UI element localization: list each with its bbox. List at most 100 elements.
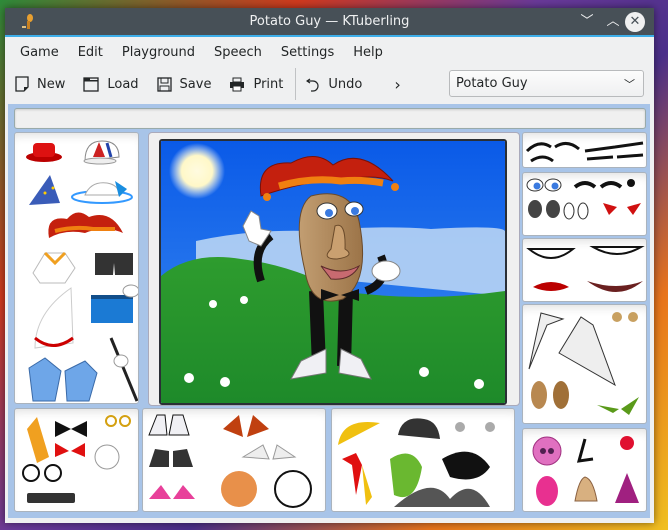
- jester-hat[interactable]: [48, 212, 124, 238]
- ears-small[interactable]: [612, 312, 622, 322]
- striped-cap[interactable]: [83, 140, 120, 165]
- save-label: Save: [179, 76, 212, 92]
- playground-select[interactable]: Potato Guy ﹀: [449, 70, 644, 97]
- nose-pink[interactable]: [536, 476, 558, 506]
- bow-tie-black[interactable]: [55, 421, 87, 437]
- green-hair[interactable]: [390, 453, 422, 498]
- app-window: Potato Guy — KTuberling ﹀ ︿ ✕ Game Edit …: [5, 8, 654, 523]
- nose-human[interactable]: [574, 476, 598, 502]
- maximize-button[interactable]: ︿: [603, 12, 623, 32]
- menu-game[interactable]: Game: [13, 45, 66, 60]
- load-button[interactable]: Load: [83, 76, 139, 92]
- playground-select-value: Potato Guy: [456, 76, 528, 91]
- eyes-blue[interactable]: [526, 178, 562, 192]
- nose-clown[interactable]: [620, 436, 634, 450]
- new-label: New: [37, 76, 66, 92]
- ears-elf[interactable]: [597, 397, 639, 415]
- shirt[interactable]: [32, 251, 76, 284]
- sun-icon: [169, 143, 225, 199]
- playground-scene[interactable]: [159, 139, 507, 405]
- bow-ponytail[interactable]: [342, 453, 362, 495]
- toolbar-separator: [295, 68, 297, 100]
- new-document-icon: [15, 76, 29, 92]
- soccer-ball[interactable]: [274, 470, 312, 508]
- grey-tufts[interactable]: [455, 422, 465, 432]
- ears-rabbit-left[interactable]: [528, 312, 565, 370]
- black-hair[interactable]: [398, 418, 440, 439]
- menu-edit[interactable]: Edit: [71, 45, 110, 60]
- ears-small[interactable]: [628, 312, 638, 322]
- nose-pig[interactable]: [532, 436, 562, 466]
- print-button[interactable]: Print: [229, 77, 283, 92]
- palette-ears: [522, 304, 647, 424]
- eyes-dark[interactable]: [528, 200, 589, 220]
- menu-settings[interactable]: Settings: [274, 45, 341, 60]
- menu-speech[interactable]: Speech: [207, 45, 269, 60]
- save-button[interactable]: Save: [156, 76, 212, 92]
- eyes-red[interactable]: [603, 203, 641, 215]
- speech-input[interactable]: [14, 108, 646, 129]
- palette-accessories: [14, 408, 139, 512]
- nose-purple[interactable]: [615, 473, 639, 503]
- eyebrows-angry[interactable]: [584, 141, 644, 161]
- printer-icon: [230, 77, 245, 91]
- pink-shoes[interactable]: [149, 485, 195, 499]
- palette-hats-clothes: [14, 132, 140, 404]
- toolbar: New Load Save Print Undo › Potato Guy ﹀: [5, 67, 654, 101]
- ears-rabbit-right[interactable]: [558, 316, 616, 387]
- eyebrows-worried[interactable]: [525, 142, 580, 163]
- menu-playground[interactable]: Playground: [115, 45, 202, 60]
- ears-human[interactable]: [531, 381, 547, 409]
- folder-icon: [83, 76, 100, 92]
- bow-tie-red[interactable]: [55, 443, 85, 457]
- white-boots[interactable]: [148, 414, 190, 436]
- jester-shoes[interactable]: [223, 415, 269, 437]
- toolbar-overflow-chevron-icon[interactable]: ›: [394, 75, 400, 94]
- new-button[interactable]: New: [15, 76, 65, 92]
- blonde-hair[interactable]: [338, 421, 380, 445]
- earrings[interactable]: [105, 415, 117, 427]
- playground-frame: [148, 132, 520, 406]
- mouth-toothy[interactable]: [526, 248, 576, 259]
- dress[interactable]: [34, 287, 74, 349]
- undo-button[interactable]: Undo: [306, 76, 362, 92]
- palette-hair: [331, 408, 515, 512]
- palette-footwear: [142, 408, 326, 512]
- title-bar: Potato Guy — KTuberling ﹀ ︿ ✕: [5, 8, 654, 37]
- red-hat[interactable]: [26, 143, 62, 162]
- black-boots[interactable]: [149, 449, 193, 467]
- load-label: Load: [107, 76, 139, 92]
- mouth-grin[interactable]: [589, 246, 645, 255]
- jacket[interactable]: [28, 357, 98, 402]
- menu-help[interactable]: Help: [346, 45, 390, 60]
- close-button[interactable]: ✕: [625, 12, 645, 32]
- save-icon: [156, 76, 172, 92]
- minimize-button[interactable]: ﹀: [577, 12, 597, 32]
- sun-hat[interactable]: [71, 181, 133, 204]
- flowers[interactable]: [94, 444, 120, 470]
- glasses[interactable]: [22, 464, 40, 482]
- shorts[interactable]: [95, 253, 133, 275]
- sunglasses[interactable]: [27, 493, 75, 503]
- tie[interactable]: [27, 417, 49, 463]
- window-title: Potato Guy — KTuberling: [249, 14, 410, 29]
- lips-red[interactable]: [533, 282, 569, 291]
- palette-noses: [522, 428, 647, 512]
- undo-icon: [306, 78, 319, 92]
- menu-bar: Game Edit Playground Speech Settings Hel…: [5, 37, 654, 67]
- cane-with-glove[interactable]: [109, 337, 139, 402]
- nose-hook[interactable]: [576, 438, 594, 463]
- ball[interactable]: [221, 471, 257, 507]
- palette-eyes: [522, 172, 647, 236]
- palette-mouths: [522, 238, 647, 302]
- chevron-down-icon: ﹀: [624, 78, 635, 91]
- undo-label: Undo: [328, 76, 363, 92]
- game-workspace: [8, 104, 650, 518]
- wizard-hat[interactable]: [29, 175, 60, 205]
- ears-human[interactable]: [553, 381, 569, 409]
- sneakers[interactable]: [241, 444, 297, 460]
- mouth-open[interactable]: [587, 281, 643, 292]
- eyes-narrow[interactable]: [573, 179, 635, 189]
- black-bun[interactable]: [442, 451, 490, 480]
- skirt-with-glove[interactable]: [91, 284, 140, 323]
